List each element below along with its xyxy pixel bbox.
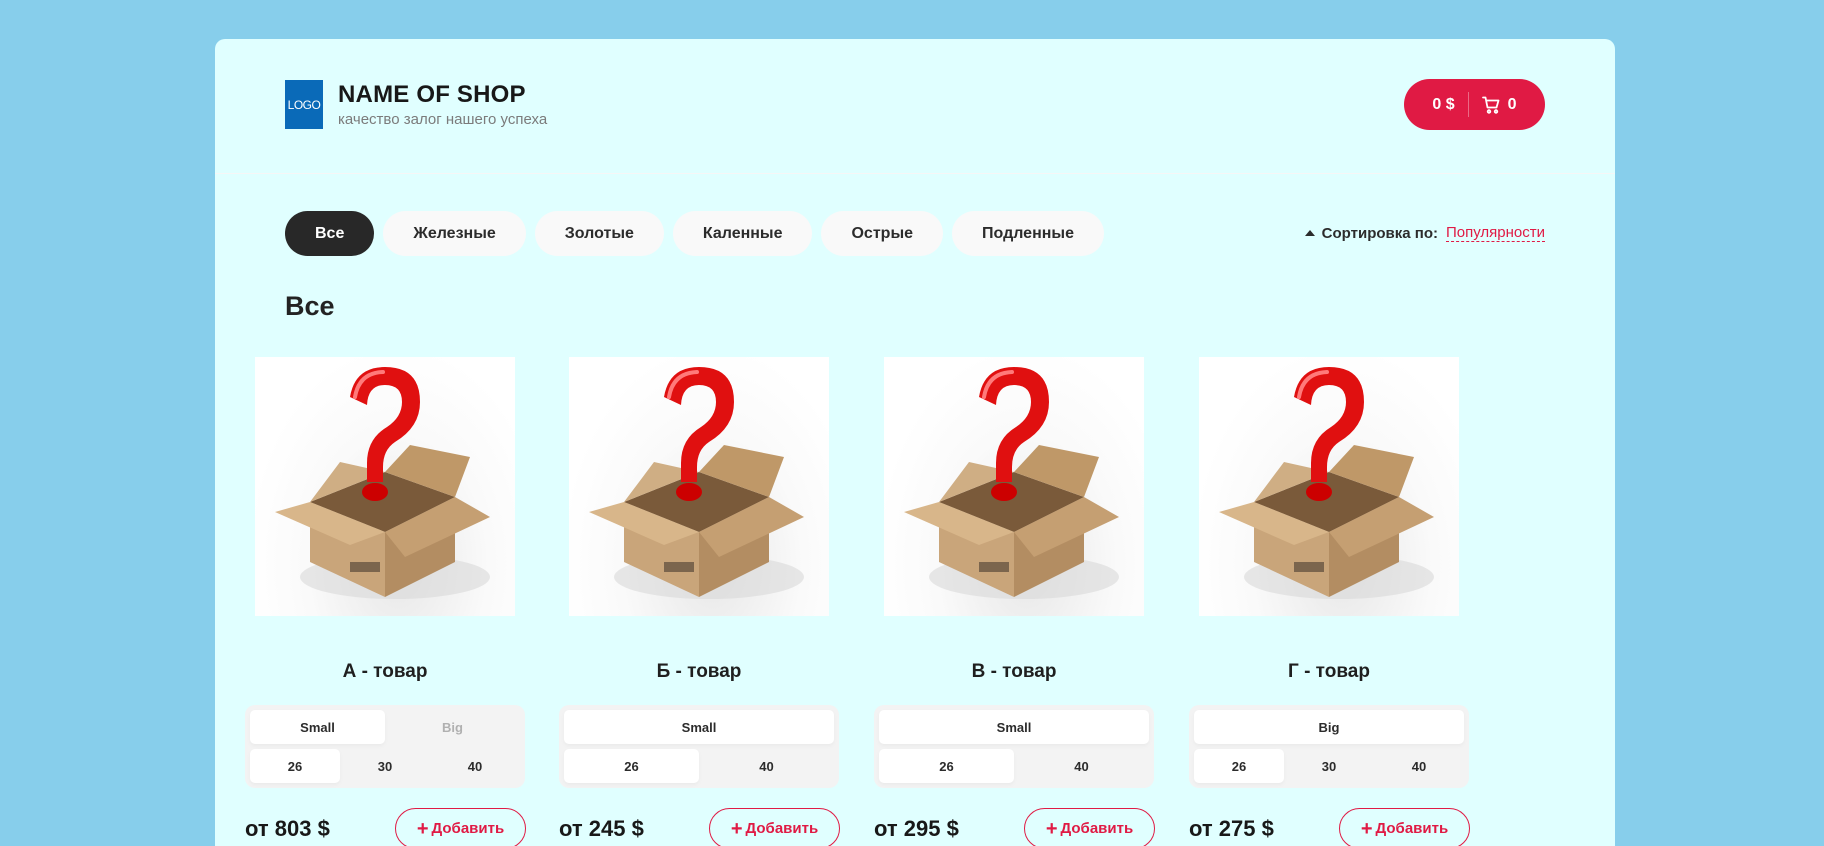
- plus-icon: +: [1045, 817, 1058, 840]
- product-price: от 245 $: [559, 816, 644, 841]
- sort-control[interactable]: Сортировка по: Популярности: [1304, 224, 1545, 242]
- size-option[interactable]: 40: [1014, 749, 1149, 783]
- category-tab[interactable]: Острые: [821, 211, 943, 256]
- option-selector: Small 26 40: [874, 705, 1154, 788]
- cart-total: 0 $: [1432, 95, 1455, 113]
- category-tab[interactable]: Все: [285, 211, 375, 256]
- size-option[interactable]: 30: [1284, 749, 1374, 783]
- mystery-box-image[interactable]: [569, 357, 829, 616]
- size-option[interactable]: 40: [430, 749, 520, 783]
- cart-count: 0: [1507, 95, 1517, 113]
- mystery-box-image[interactable]: [255, 357, 515, 616]
- sort-label: Сортировка по:: [1321, 224, 1438, 242]
- cart-button[interactable]: 0 $ 0: [1404, 79, 1545, 130]
- section-title: Все: [285, 291, 335, 321]
- add-button[interactable]: + Добавить: [1024, 808, 1155, 846]
- plus-icon: +: [416, 817, 429, 840]
- option-selector: Small Big 26 30 40: [245, 705, 525, 788]
- shop-tagline: качество залог нашего успеха: [338, 111, 548, 128]
- type-option[interactable]: Big: [385, 710, 520, 744]
- plus-icon: +: [730, 817, 743, 840]
- sort-value[interactable]: Популярности: [1445, 224, 1545, 242]
- type-row: Big: [1194, 710, 1464, 744]
- product-name: А - товар: [342, 661, 428, 682]
- logo[interactable]: LOGO: [285, 80, 323, 129]
- page-container: LOGO NAME OF SHOP качество залог нашего …: [215, 39, 1615, 846]
- type-row: Small Big: [250, 710, 520, 744]
- option-selector: Big 26 30 40: [1189, 705, 1469, 788]
- product-price: от 295 $: [874, 816, 959, 841]
- product-name: Г - товар: [1288, 661, 1370, 682]
- product-name: В - товар: [971, 661, 1057, 682]
- size-row: 26 30 40: [250, 749, 520, 783]
- option-selector: Small 26 40: [559, 705, 839, 788]
- size-option[interactable]: 26: [1194, 749, 1284, 783]
- size-row: 26 30 40: [1194, 749, 1464, 783]
- add-button[interactable]: + Добавить: [395, 808, 526, 846]
- category-tab[interactable]: Подленные: [952, 211, 1104, 256]
- type-row: Small: [564, 710, 834, 744]
- category-tab[interactable]: Золотые: [534, 211, 664, 256]
- shop-name: NAME OF SHOP: [338, 81, 526, 108]
- size-option[interactable]: 40: [699, 749, 834, 783]
- product-name: Б - товар: [656, 661, 742, 682]
- cart-divider: [1467, 92, 1469, 117]
- type-option[interactable]: Small: [879, 710, 1149, 744]
- header: LOGO NAME OF SHOP качество залог нашего …: [215, 39, 1615, 174]
- size-option[interactable]: 26: [879, 749, 1014, 783]
- size-row: 26 40: [564, 749, 834, 783]
- category-tabs: Все Железные Золотые Каленные Острые Подленны…: [285, 211, 1104, 256]
- size-option[interactable]: 26: [250, 749, 340, 783]
- type-row: Small: [879, 710, 1149, 744]
- add-label: Добавить: [1060, 820, 1134, 837]
- category-tab[interactable]: Железные: [383, 211, 526, 256]
- mystery-box-image[interactable]: [884, 357, 1144, 616]
- caret-up-icon: [1304, 230, 1315, 236]
- plus-icon: +: [1360, 817, 1373, 840]
- type-option[interactable]: Small: [250, 710, 385, 744]
- mystery-box-image[interactable]: [1199, 357, 1459, 616]
- cart-icon: [1481, 96, 1500, 114]
- add-button[interactable]: + Добавить: [1339, 808, 1470, 846]
- size-option[interactable]: 40: [1374, 749, 1464, 783]
- type-option[interactable]: Big: [1194, 710, 1464, 744]
- size-row: 26 40: [879, 749, 1149, 783]
- add-label: Добавить: [745, 820, 819, 837]
- size-option[interactable]: 26: [564, 749, 699, 783]
- add-label: Добавить: [431, 820, 505, 837]
- category-tab[interactable]: Каленные: [672, 211, 813, 256]
- add-label: Добавить: [1375, 820, 1449, 837]
- add-button[interactable]: + Добавить: [709, 808, 840, 846]
- product-price: от 275 $: [1189, 816, 1274, 841]
- type-option[interactable]: Small: [564, 710, 834, 744]
- size-option[interactable]: 30: [340, 749, 430, 783]
- product-price: от 803 $: [245, 816, 330, 841]
